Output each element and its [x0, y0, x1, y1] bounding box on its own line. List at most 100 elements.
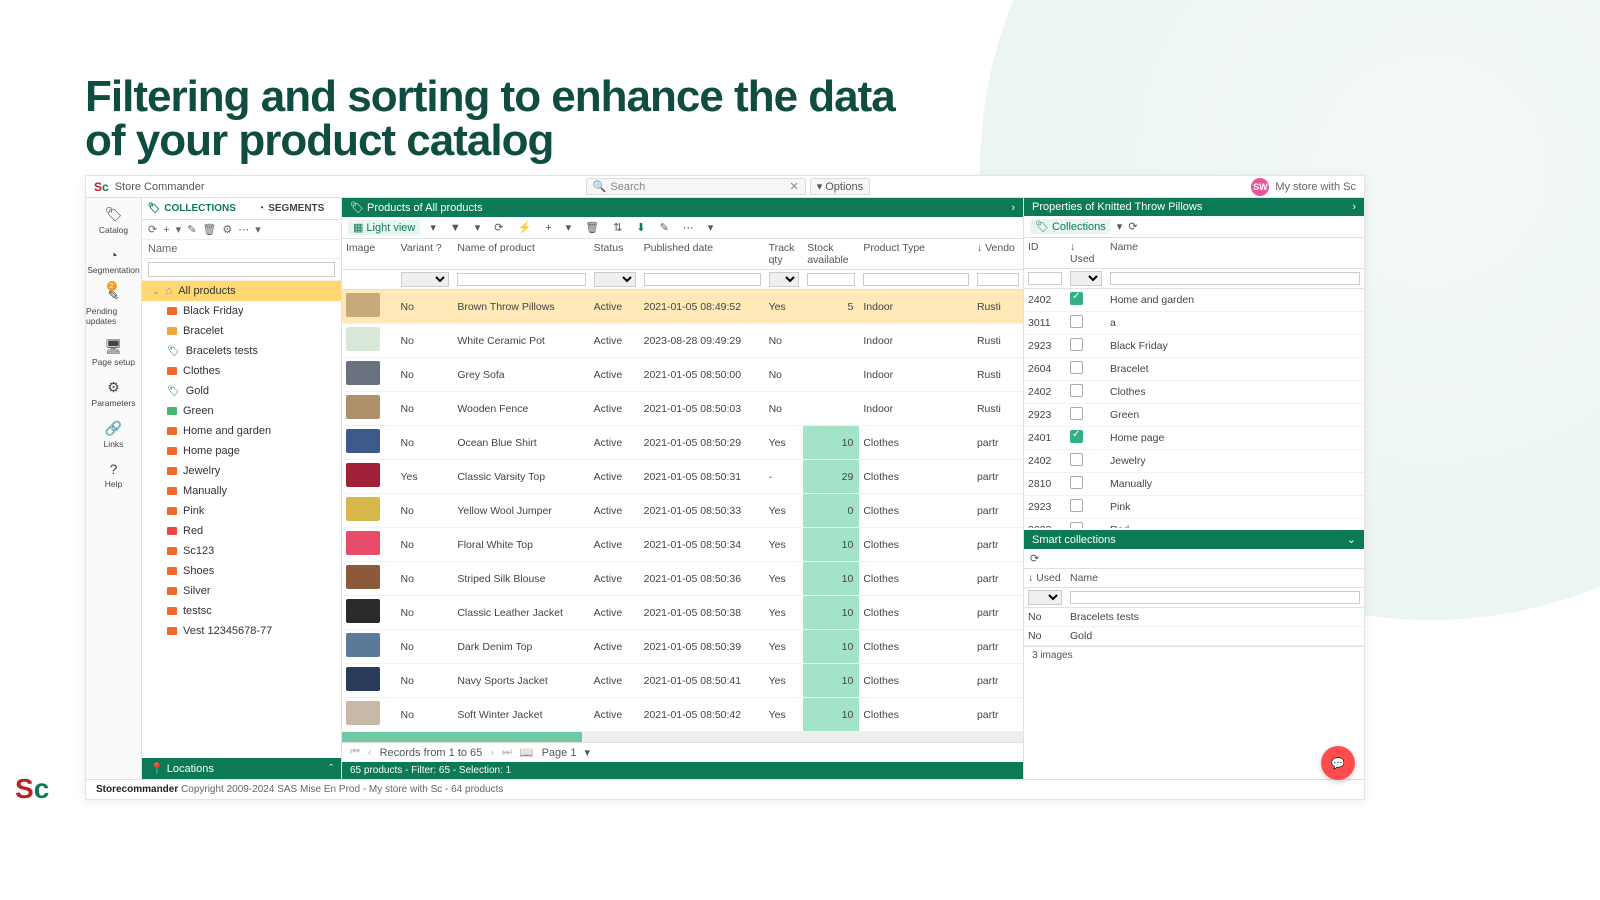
- table-row[interactable]: No Yellow Wool Jumper Active 2021-01-05 …: [342, 494, 1023, 528]
- collapse-icon[interactable]: ˆ: [329, 763, 333, 775]
- leftbar-item-pending-updates[interactable]: ✎2Pending updates: [86, 285, 141, 328]
- used-checkbox[interactable]: [1070, 430, 1083, 443]
- filter-ptype[interactable]: [863, 273, 969, 286]
- page-prev[interactable]: ‹: [368, 747, 372, 759]
- table-row[interactable]: No Dark Denim Top Active 2021-01-05 08:5…: [342, 630, 1023, 664]
- flash-button[interactable]: ⚡: [514, 220, 536, 235]
- table-row[interactable]: No Classic Leather Jacket Active 2021-01…: [342, 596, 1023, 630]
- sidebar-item[interactable]: Red: [142, 521, 341, 541]
- sidebar-item[interactable]: Sc123: [142, 541, 341, 561]
- filter-name[interactable]: [457, 273, 585, 286]
- sidebar-item[interactable]: Jewelry: [142, 461, 341, 481]
- sidebar-item[interactable]: 🏷Gold: [142, 381, 341, 401]
- table-row[interactable]: 2923 Green: [1024, 404, 1364, 427]
- used-checkbox[interactable]: [1070, 384, 1083, 397]
- sidebar-item[interactable]: Bracelet: [142, 321, 341, 341]
- filter-stock[interactable]: [807, 273, 855, 286]
- sidebar-item[interactable]: Shoes: [142, 561, 341, 581]
- used-checkbox[interactable]: [1070, 476, 1083, 489]
- tab-collections[interactable]: 🏷COLLECTIONS: [142, 198, 242, 219]
- filter-smart-name[interactable]: [1070, 591, 1360, 604]
- used-checkbox[interactable]: [1070, 338, 1083, 351]
- page-first[interactable]: ⏮: [350, 746, 360, 759]
- used-checkbox[interactable]: [1070, 361, 1083, 374]
- table-row[interactable]: 2402 Home and garden: [1024, 289, 1364, 312]
- tab-segments[interactable]: ◔SEGMENTS: [242, 198, 342, 219]
- page-next[interactable]: ›: [490, 747, 494, 759]
- table-row[interactable]: No Ocean Blue Shirt Active 2021-01-05 08…: [342, 426, 1023, 460]
- refresh-icon[interactable]: ⟳: [148, 223, 157, 236]
- table-row[interactable]: No Wooden Fence Active 2021-01-05 08:50:…: [342, 392, 1023, 426]
- sidebar-item[interactable]: testsc: [142, 601, 341, 621]
- used-checkbox[interactable]: [1070, 292, 1083, 305]
- sidebar-item[interactable]: Clothes: [142, 361, 341, 381]
- lightview-caret[interactable]: ▾: [426, 220, 440, 235]
- refresh-button[interactable]: ⟳: [490, 220, 507, 235]
- sidebar-item[interactable]: Home page: [142, 441, 341, 461]
- filter-smart-used[interactable]: [1028, 590, 1062, 605]
- edit-button[interactable]: ✎: [656, 220, 673, 235]
- table-row[interactable]: No Floral White Top Active 2021-01-05 08…: [342, 528, 1023, 562]
- sidebar-item[interactable]: Vest 12345678-77: [142, 621, 341, 641]
- sidebar-item[interactable]: Pink: [142, 501, 341, 521]
- filter-used[interactable]: [1070, 271, 1102, 286]
- table-row[interactable]: 2923 Red: [1024, 519, 1364, 529]
- chevron-right-icon[interactable]: ›: [1011, 202, 1015, 214]
- sidebar-item[interactable]: 🏷Bracelets tests: [142, 341, 341, 361]
- chevron-right-icon[interactable]: ›: [1352, 201, 1356, 213]
- add-button[interactable]: +: [541, 221, 555, 235]
- leftbar-item-help[interactable]: ?Help: [86, 459, 141, 491]
- table-row[interactable]: No Soft Winter Jacket Active 2021-01-05 …: [342, 698, 1023, 732]
- export-button[interactable]: ⬇: [632, 220, 649, 235]
- sidebar-item[interactable]: Manually: [142, 481, 341, 501]
- table-row[interactable]: No White Ceramic Pot Active 2023-08-28 0…: [342, 324, 1023, 358]
- sidebar-item[interactable]: Green: [142, 401, 341, 421]
- sidebar-item[interactable]: Home and garden: [142, 421, 341, 441]
- trash-button[interactable]: 🗑: [581, 220, 603, 235]
- avatar[interactable]: SW: [1251, 178, 1269, 196]
- chat-button[interactable]: 💬: [1321, 746, 1355, 780]
- refresh-button[interactable]: ⟳: [1030, 552, 1039, 565]
- used-checkbox[interactable]: [1070, 453, 1083, 466]
- table-row[interactable]: No Brown Throw Pillows Active 2021-01-05…: [342, 290, 1023, 324]
- options-button[interactable]: ▾ Options: [810, 178, 870, 195]
- table-row[interactable]: No Navy Sports Jacket Active 2021-01-05 …: [342, 664, 1023, 698]
- sidebar-filter-input[interactable]: [148, 262, 335, 277]
- caret-icon[interactable]: ▾: [255, 223, 261, 236]
- leftbar-item-segmentation[interactable]: ◔Segmentation: [86, 245, 141, 277]
- leftbar-item-catalog[interactable]: 🏷Catalog: [86, 204, 141, 237]
- trash-icon[interactable]: 🗑: [202, 223, 216, 236]
- table-row[interactable]: No Grey Sofa Active 2021-01-05 08:50:00 …: [342, 358, 1023, 392]
- sort-button[interactable]: ⇅: [609, 220, 626, 235]
- horizontal-scrollbar[interactable]: [342, 732, 1023, 742]
- table-row[interactable]: 2923 Pink: [1024, 496, 1364, 519]
- sidebar-item[interactable]: Black Friday: [142, 301, 341, 321]
- table-row[interactable]: 2401 Home page: [1024, 427, 1364, 450]
- locations-panel[interactable]: 📍 Locations ˆ: [142, 758, 341, 779]
- collections-dropdown[interactable]: 🏷Collections: [1030, 219, 1111, 234]
- page-last[interactable]: ⏭: [502, 746, 512, 759]
- table-row[interactable]: 2810 Manually: [1024, 473, 1364, 496]
- used-checkbox[interactable]: [1070, 499, 1083, 512]
- filter-id[interactable]: [1028, 272, 1062, 285]
- add-icon[interactable]: +: [163, 224, 169, 236]
- leftbar-item-page-setup[interactable]: 🖥Page setup: [86, 336, 141, 369]
- used-checkbox[interactable]: [1070, 407, 1083, 420]
- edit-icon[interactable]: ✎: [187, 223, 196, 236]
- search-input[interactable]: 🔍 Search ✕: [586, 178, 806, 195]
- more-button[interactable]: ⋯: [679, 220, 698, 235]
- filter-vendor[interactable]: [977, 273, 1019, 286]
- leftbar-item-links[interactable]: 🔗Links: [86, 418, 141, 451]
- table-row[interactable]: No Striped Silk Blouse Active 2021-01-05…: [342, 562, 1023, 596]
- table-row[interactable]: 2402 Clothes: [1024, 381, 1364, 404]
- table-row[interactable]: 3011 a: [1024, 312, 1364, 335]
- table-row[interactable]: 2923 Black Friday: [1024, 335, 1364, 358]
- sidebar-item[interactable]: ⌄⌂All products: [142, 281, 341, 301]
- page-caret[interactable]: ▾: [584, 746, 590, 759]
- dropdown-icon[interactable]: ▾: [176, 223, 182, 236]
- filter-collname[interactable]: [1110, 272, 1360, 285]
- table-row[interactable]: 2604 Bracelet: [1024, 358, 1364, 381]
- table-row[interactable]: Yes Classic Varsity Top Active 2021-01-0…: [342, 460, 1023, 494]
- filter-date[interactable]: [644, 273, 761, 286]
- clear-icon[interactable]: ✕: [790, 180, 799, 193]
